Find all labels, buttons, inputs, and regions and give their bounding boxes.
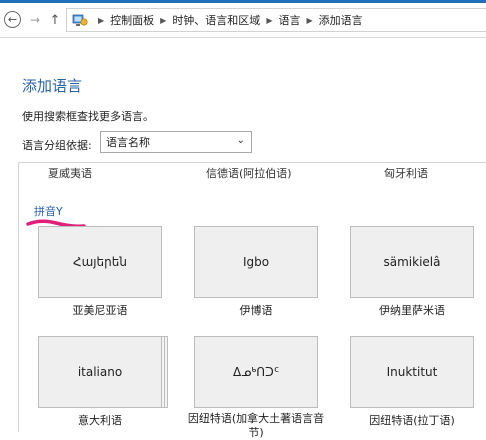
breadcrumb-separator-icon: ▶: [98, 15, 105, 25]
breadcrumb-separator-icon: ▶: [306, 15, 313, 25]
tile-native-name: Inuktitut: [386, 365, 438, 379]
group-by-selected-value: 语言名称: [106, 136, 150, 149]
language-tile-inari-sami[interactable]: sämikielâ: [350, 226, 474, 298]
breadcrumb-clock-language-region[interactable]: 时钟、语言和区域: [172, 12, 260, 28]
tile-language-name[interactable]: 伊纳里萨米语: [350, 302, 474, 318]
tile-native-name: italiano: [77, 365, 123, 379]
tile-language-name[interactable]: 意大利语: [38, 412, 162, 428]
breadcrumb-separator-icon: ▶: [160, 15, 167, 25]
chevron-down-icon: ⌄: [236, 135, 245, 146]
up-arrow-icon: ↑: [49, 12, 61, 28]
search-hint-text: 使用搜索框查找更多语言。: [22, 110, 154, 123]
language-name-sindhi-arabic[interactable]: 信德语(阿拉伯语): [206, 165, 292, 181]
language-tile-armenian[interactable]: Հայերեն: [38, 226, 162, 298]
breadcrumb-add-language[interactable]: 添加语言: [319, 12, 363, 28]
breadcrumb-separator-icon: ▶: [266, 15, 273, 25]
tile-language-name[interactable]: 因纽特语(加拿大土著语言音节): [184, 412, 328, 440]
language-tile-italian[interactable]: italiano: [38, 336, 162, 408]
language-tile-inuktitut-latin[interactable]: Inuktitut: [350, 336, 474, 408]
forward-button[interactable]: →: [28, 10, 42, 30]
tile-native-name: sämikielâ: [383, 255, 441, 269]
language-tile-igbo[interactable]: Igbo: [194, 226, 318, 298]
control-panel-icon: [72, 14, 88, 26]
tile-native-name: Igbo: [242, 255, 270, 269]
breadcrumb-control-panel[interactable]: 控制面板: [110, 12, 154, 28]
tile-native-name: ᐃᓄᒃᑎᑐᑦ: [232, 365, 280, 379]
group-by-dropdown[interactable]: 语言名称 ⌄: [100, 131, 252, 153]
address-bar[interactable]: ▶ 控制面板 ▶ 时钟、语言和区域 ▶ 语言 ▶ 添加语言: [66, 8, 486, 32]
tile-language-name[interactable]: 伊博语: [194, 302, 318, 318]
language-tile-inuktitut-syllabics[interactable]: ᐃᓄᒃᑎᑐᑦ: [194, 336, 318, 408]
forward-arrow-icon: →: [29, 13, 41, 27]
back-button[interactable]: ←: [4, 11, 21, 28]
breadcrumb-language[interactable]: 语言: [278, 12, 300, 28]
tile-native-name: Հայերեն: [73, 255, 127, 269]
language-name-hawaiian[interactable]: 夏威夷语: [48, 165, 92, 181]
up-button[interactable]: ↑: [48, 10, 62, 30]
group-by-label: 语言分组依据:: [22, 139, 92, 152]
page-title: 添加语言: [22, 77, 83, 95]
navigation-bar: ← → ↑ ▶ 控制面板 ▶ 时钟、语言和区域 ▶ 语言 ▶ 添加语言: [0, 3, 486, 38]
tile-language-name[interactable]: 亚美尼亚语: [38, 302, 162, 318]
tile-language-name[interactable]: 因纽特语(拉丁语): [350, 412, 474, 428]
language-name-hungarian[interactable]: 匈牙利语: [384, 165, 428, 181]
back-arrow-icon: ←: [7, 13, 18, 26]
